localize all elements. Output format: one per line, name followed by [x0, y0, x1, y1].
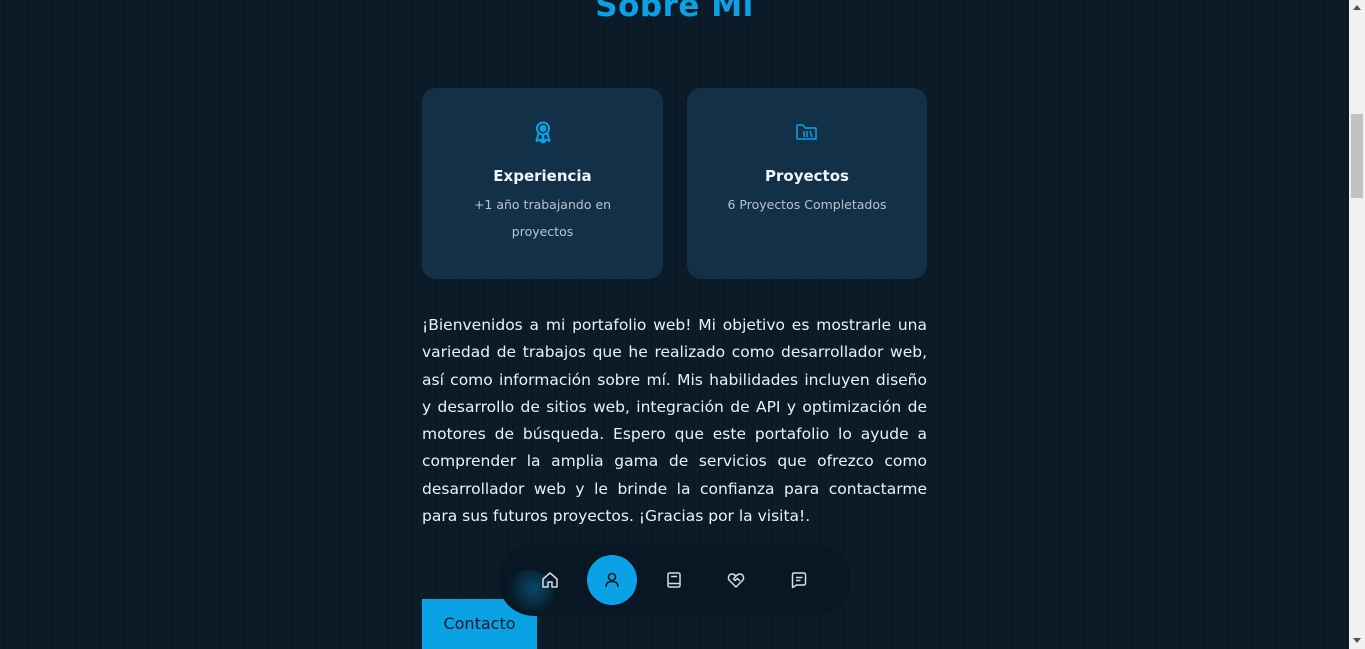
card-title: Experiencia	[493, 167, 592, 185]
nav-home-link[interactable]	[538, 568, 562, 592]
scrollbar[interactable]	[1349, 0, 1365, 649]
section-title: Sobre Mí	[595, 0, 754, 24]
book-icon	[667, 572, 681, 588]
award-icon	[422, 119, 663, 145]
about-description: ¡Bienvenidos a mi portafolio web! Mi obj…	[422, 316, 927, 526]
folder-library-icon	[687, 119, 927, 145]
nav-contact-link[interactable]	[787, 568, 811, 592]
heart-handshake-icon	[727, 573, 745, 588]
nav-about-link[interactable]	[587, 555, 637, 605]
user-icon	[605, 572, 619, 588]
experience-card: Experiencia +1 año trabajando en proyect…	[422, 88, 663, 279]
card-text: 6 Proyectos Completados	[727, 197, 887, 212]
home-icon	[542, 572, 558, 588]
scroll-up-arrow-icon[interactable]	[1353, 5, 1361, 10]
nav-skills-link[interactable]	[662, 568, 686, 592]
bottom-nav	[498, 544, 851, 616]
card-title: Proyectos	[765, 167, 849, 185]
nav-services-link[interactable]	[724, 568, 748, 592]
scroll-down-arrow-icon[interactable]	[1353, 638, 1361, 643]
scrollbar-thumb[interactable]	[1351, 114, 1363, 198]
projects-card: Proyectos 6 Proyectos Completados	[687, 88, 927, 279]
page: Sobre Mí Experiencia +1 año trabajando e…	[0, 0, 1349, 649]
card-text: +1 año trabajando en proyectos	[473, 197, 612, 239]
message-icon	[791, 572, 807, 589]
